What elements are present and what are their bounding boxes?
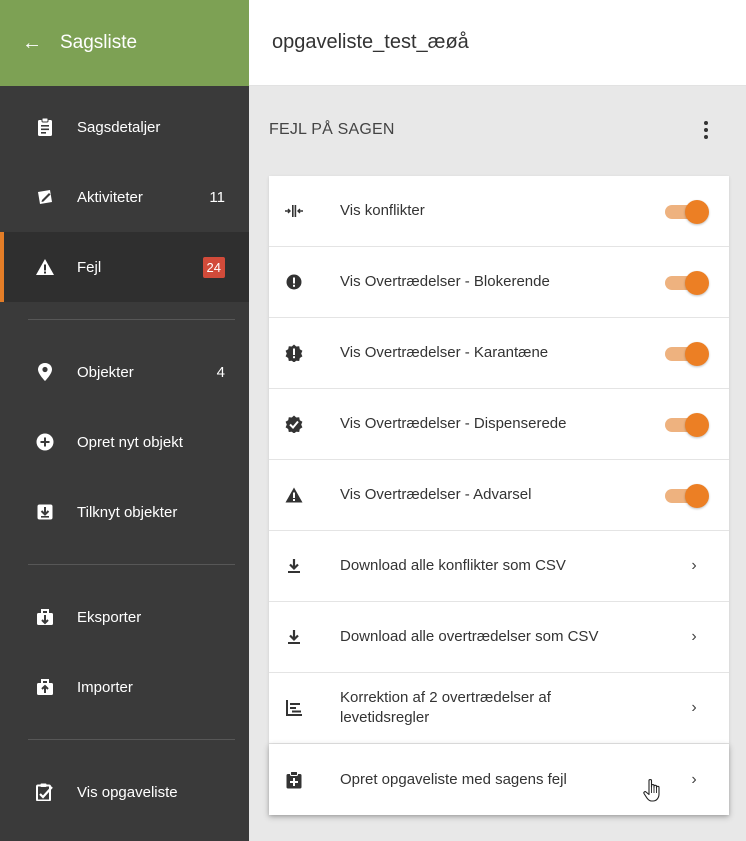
clipboard-add-icon — [283, 769, 305, 791]
sidebar-item-vis-opgaveliste[interactable]: Vis opgaveliste — [0, 757, 249, 827]
row-korrektion-levetidsregler[interactable]: Korrektion af 2 overtrædelser af levetid… — [269, 673, 729, 744]
sidebar-divider — [28, 739, 235, 740]
error-circle-icon — [283, 271, 305, 293]
row-label: Vis Overtrædelser - Blokerende — [340, 273, 550, 290]
sidebar-item-eksporter[interactable]: Eksporter — [0, 582, 249, 652]
sidebar-item-label: Eksporter — [77, 608, 142, 626]
download-icon — [283, 626, 305, 648]
sidebar-title: Sagsliste — [60, 32, 138, 53]
row-vis-konflikter: Vis konflikter — [269, 176, 729, 247]
sidebar-item-tilknyt-objekter[interactable]: Tilknyt objekter — [0, 477, 249, 547]
sidebar: ← Sagsliste Sagsdetaljer Aktiviteter 11 … — [0, 0, 249, 841]
sidebar-divider — [28, 564, 235, 565]
arrow-left-icon: ← — [22, 31, 42, 54]
row-label: Download alle overtrædelser som CSV — [340, 628, 599, 645]
toggle-vis-konflikter[interactable] — [663, 199, 709, 224]
toggle-vis-karantaene[interactable] — [663, 341, 709, 366]
section-header: FEJL PÅ SAGEN — [249, 86, 746, 174]
sidebar-item-aktiviteter[interactable]: Aktiviteter 11 — [0, 162, 249, 232]
row-label: Vis konflikter — [340, 202, 425, 219]
row-vis-dispenserede: Vis Overtrædelser - Dispenserede — [269, 389, 729, 460]
conflict-icon — [283, 200, 305, 222]
clipboard-icon — [35, 117, 55, 137]
row-label: Vis Overtrædelser - Karantæne — [340, 344, 549, 361]
download-icon — [283, 555, 305, 577]
row-opret-opgaveliste[interactable]: Opret opgaveliste med sagens fejl › — [269, 744, 729, 815]
map-pin-icon — [35, 362, 55, 382]
toggle-vis-blokerende[interactable] — [663, 270, 709, 295]
chevron-right-icon: › — [691, 770, 697, 788]
export-icon — [35, 607, 55, 627]
add-circle-icon — [35, 432, 55, 452]
row-vis-blokerende: Vis Overtrædelser - Blokerende — [269, 247, 729, 318]
sidebar-item-label: Vis opgaveliste — [77, 783, 178, 801]
activity-count: 11 — [209, 188, 225, 206]
section-title: FEJL PÅ SAGEN — [269, 121, 395, 138]
row-download-konflikter[interactable]: Download alle konflikter som CSV › — [269, 531, 729, 602]
sidebar-item-label: Tilknyt objekter — [77, 503, 178, 521]
sidebar-item-opret-nyt-objekt[interactable]: Opret nyt objekt — [0, 407, 249, 477]
row-download-overtraedelser[interactable]: Download alle overtrædelser som CSV › — [269, 602, 729, 673]
sidebar-item-label: Opret nyt objekt — [77, 433, 183, 451]
row-vis-advarsel: Vis Overtrædelser - Advarsel — [269, 460, 729, 531]
timeline-icon — [283, 697, 305, 719]
sidebar-item-label: Importer — [77, 678, 133, 696]
object-count: 4 — [216, 363, 225, 381]
row-label: Opret opgaveliste med sagens fejl — [340, 770, 567, 788]
sidebar-item-importer[interactable]: Importer — [0, 652, 249, 722]
import-icon — [35, 677, 55, 697]
row-label: Vis Overtrædelser - Advarsel — [340, 486, 532, 503]
page-header: opgaveliste_test_æøå — [249, 0, 746, 86]
chevron-right-icon: › — [691, 628, 697, 645]
page-title: opgaveliste_test_æøå — [272, 31, 469, 53]
edit-note-icon — [35, 187, 55, 207]
download-box-icon — [35, 502, 55, 522]
sidebar-item-label: Objekter — [77, 363, 134, 381]
hand-pointer-cursor-icon — [642, 777, 664, 807]
sidebar-item-objekter[interactable]: Objekter 4 — [0, 337, 249, 407]
error-options-card: Vis konflikter Vis Overtrædelser - Bloke… — [269, 176, 729, 815]
sidebar-item-fejl[interactable]: Fejl 24 — [0, 232, 249, 302]
more-options-icon[interactable] — [696, 118, 716, 142]
row-label: Vis Overtrædelser - Dispenserede — [340, 415, 567, 432]
error-count-badge: 24 — [202, 256, 225, 278]
main-content: FEJL PÅ SAGEN Vis konflikter Vis Overtræ… — [249, 86, 746, 841]
toggle-vis-dispenserede[interactable] — [663, 412, 709, 437]
sidebar-item-sagsdetaljer[interactable]: Sagsdetaljer — [0, 92, 249, 162]
sidebar-item-label: Sagsdetaljer — [77, 118, 161, 136]
sidebar-item-label: Aktiviteter — [77, 188, 143, 206]
chevron-right-icon: › — [691, 699, 697, 716]
row-label: Download alle konflikter som CSV — [340, 557, 566, 574]
check-badge-icon — [283, 413, 305, 435]
row-vis-karantaene: Vis Overtrædelser - Karantæne — [269, 318, 729, 389]
warning-icon — [35, 257, 55, 277]
row-label: Korrektion af 2 overtrædelser af levetid… — [340, 689, 551, 726]
toggle-vis-advarsel[interactable] — [663, 483, 709, 508]
sidebar-divider — [28, 319, 235, 320]
warning-icon — [283, 484, 305, 506]
error-badge-icon — [283, 342, 305, 364]
back-to-case-list[interactable]: ← Sagsliste — [0, 0, 249, 86]
chevron-right-icon: › — [691, 557, 697, 574]
task-list-icon — [35, 782, 55, 802]
sidebar-item-label: Fejl — [77, 258, 102, 276]
